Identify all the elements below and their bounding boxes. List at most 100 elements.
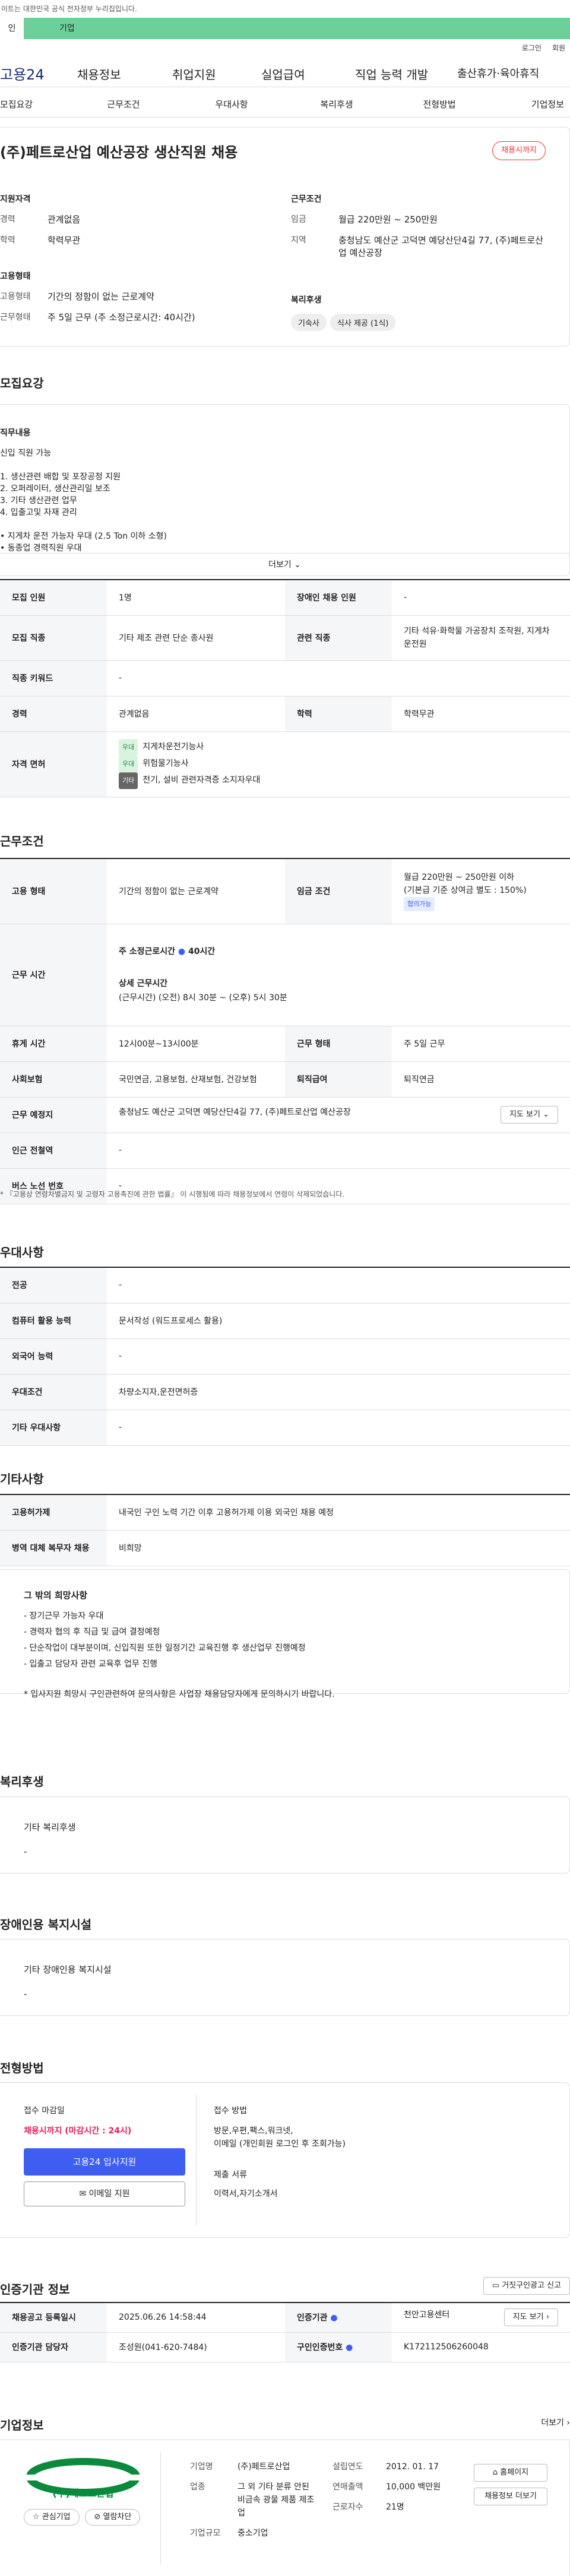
value: 차량소지자,운전면허증 [107,1374,570,1410]
login-link[interactable]: 로그인 [522,44,542,52]
apply-button[interactable]: 고용24 입사지원 [24,2148,185,2176]
table-row: 병역 대체 복무자 채용 비희망 [0,1530,570,1566]
label: 기업규모 [190,2529,221,2538]
company-buttons: ⌂ 홈페이지 채용정보 더보기 [474,2464,547,2505]
method-value: 방문,우편,팩스,워크넷, [214,2126,293,2136]
label: 컴퓨터 활용 능력 [0,1303,107,1339]
gnb-training[interactable]: 직업 능력 개발 [355,65,428,82]
agency-value: 천안고용센터 [404,2310,450,2320]
duty-line: 4. 입출고및 자재 관리 [0,508,77,517]
global-nav: 고용24 채용정보 취업지원 실업급여 직업 능력 개발 출산휴가·육아휴직 [0,57,570,87]
company-jobs-button[interactable]: 채용정보 더보기 [474,2488,547,2505]
label: 인근 전철역 [0,1133,107,1169]
label: 학력 [0,236,15,245]
site-logo[interactable]: 고용24 [0,63,45,84]
label: 근무 형태 [285,1026,392,1062]
tab-company[interactable]: 기업 [59,18,75,39]
block-company-button[interactable]: ⊘ 열람차단 [85,2509,141,2526]
work-heading: 근무조건 [0,834,44,848]
value: 주 5일 근무 (주 소정근로시간: 40시간) [48,312,195,323]
recruit-section: 모집요강 직무내용 신입 직원 가능 1. 생산관련 배합 및 포장공정 지원 2.… [0,374,570,576]
disab-card-value: - [24,1989,27,1999]
value: 문서작성 (워드프로세스 활용) [107,1303,570,1339]
license-tag: 기타 [119,772,138,789]
tab-company[interactable]: 기업정보 [469,98,564,110]
wage-sub: (기본급 기준 상여금 별도 : 150%) [404,886,527,896]
wish-line: - 장기근무 가능자 우대 [24,1611,104,1621]
value: - [392,580,570,616]
job-summary-card: (주)페트로산업 예산공장 생산직원 채용 채용시까지 지원자격 경력 관계없음 … [0,127,570,346]
value: 비희망 [107,1530,570,1566]
tab-conditions[interactable]: 근무조건 [76,98,171,110]
agency-map-button[interactable]: 지도 보기 › [504,2308,558,2327]
favorite-company-button[interactable]: ☆ 관심기업 [24,2509,80,2526]
label: 근무형태 [0,313,31,322]
value: 내국인 구인 노력 기간 이후 고용허가제 이용 외국인 채용 예정 [107,1494,570,1531]
label: 외국어 능력 [0,1338,107,1375]
more-button[interactable]: 더보기 ⌄ [0,553,569,575]
map-button[interactable]: 지도 보기 ⌄ [500,1106,558,1124]
method-heading: 접수 방법 [214,2106,247,2116]
value: 10,000 백만원 [386,2482,441,2492]
report-label: 거짓구인광고 신고 [502,2281,561,2290]
license-tag: 우대 [119,756,138,772]
gnb-employment-support[interactable]: 취업지원 [172,65,216,82]
deadline-badge: 채용시까지 [492,141,546,160]
homepage-button[interactable]: ⌂ 홈페이지 [474,2464,547,2482]
block-label: 열람차단 [103,2513,132,2521]
welfare-heading: 복리후생 [291,295,322,305]
docs-value: 이력서,자기소개서 [214,2189,278,2199]
value: 학력무관 [48,235,81,246]
info-icon[interactable]: ● [330,2313,337,2323]
company-card: (주)페트로산업 ☆ 관심기업 ⊘ 열람차단 기업명 (주)페트로산업 업종 그 외… [0,2440,570,2576]
age-note: * 『고용상 연령차별금지 및 고령자 고용촉진에 관한 법률』 이 시행됨에 … [0,1190,345,1198]
welfare-tag: 기숙사 [291,314,327,331]
mail-icon: ✉ [79,2189,87,2199]
tab-individual[interactable]: 인 [0,18,24,39]
employment-section: 고용형태 고용형태 기간의 정함이 없는 근로계약 근무형태 주 5일 근무 (주 … [0,270,261,332]
label: 병역 대체 복무자 채용 [0,1530,107,1566]
place-value: 충청남도 예산군 고덕면 예당산단4길 77, (주)페트로산업 예산공장 [119,1108,351,1117]
label: 설립연도 [332,2462,363,2472]
work-time-cell: 주 소정근로시간 ● 40시간 상세 근무시간 (근무시간) (오전) 8시 3… [107,924,570,1026]
wage-value: 월급 220만원 ~ 250만원 이하 [404,873,515,883]
other-wishes-card: 그 밖의 희망사항 - 장기근무 가능자 우대 - 경력자 협의 후 직급 및 급… [0,1569,570,1699]
gnb-jobs[interactable]: 채용정보 [77,65,121,82]
other-wishes-list: - 장기근무 가능자 우대 - 경력자 협의 후 직급 및 급여 결정예정 - 단순… [24,1608,546,1703]
label: 퇴직급여 [285,1061,392,1098]
gnb-unemployment[interactable]: 실업급여 [261,65,305,82]
label: 경력 [0,215,15,224]
label: 학력 [285,696,392,732]
value: 충청남도 예산군 고덕면 예당산단4길 77, (주)페트로산업 예산공장 [338,235,543,258]
tab-welfare[interactable]: 복리후생 [289,98,384,110]
duty-card: 직무내용 신입 직원 가능 1. 생산관련 배합 및 포장공정 지원 2. 오퍼레이… [0,404,570,576]
company-more-label: 더보기 [541,2418,564,2428]
company-more-link[interactable]: 더보기 › [541,2416,570,2428]
value: 주 5일 근무 [392,1026,570,1062]
company-info-left: 기업명 (주)페트로산업 업종 그 외 기타 분류 안된 비금속 광물 제품 제조업… [190,2460,356,2540]
etc-heading: 기타사항 [0,1472,44,1486]
duty-line: 3. 기타 생산관련 업무 [0,496,77,505]
value: 관계없음 [107,696,285,732]
join-link[interactable]: 회원 [552,44,565,52]
table-row: 컴퓨터 활용 능력 문서작성 (워드프로세스 활용) [0,1303,570,1339]
value: 그 외 기타 분류 안된 비금속 광물 제품 제조업 [238,2482,315,2518]
duty-content: 직무내용 신입 직원 가능 1. 생산관련 배합 및 포장공정 지원 2. 오퍼레이… [0,405,569,553]
gnb-leave[interactable]: 출산휴가·육아휴직 [457,65,539,81]
email-apply-label: 이메일 지원 [88,2189,130,2199]
duty-line: • 동종업 경력직원 우대 [0,543,82,553]
table-row: 고용허가제 내국인 구인 노력 기간 이후 고용허가제 이용 외국인 채용 예정 [0,1494,570,1531]
info-icon[interactable]: ● [346,2343,353,2352]
work-table: 고용 형태 기간의 정함이 없는 근로계약 임금 조건 월급 220만원 ~ 250만… [0,858,570,1204]
value: - [107,1410,570,1446]
duty-line: • 지게차 운전 가능자 우대 (2.5 Ton 이하 소형) [0,532,167,541]
duty-line [0,519,569,530]
email-apply-button[interactable]: ✉ 이메일 지원 [24,2181,185,2206]
label: 채용공고 등록일시 [0,2303,107,2333]
label: 인증기관 ● [285,2303,392,2333]
tab-preference[interactable]: 우대사항 [184,98,279,110]
report-button[interactable]: ▭ 거짓구인광고 신고 [483,2277,570,2295]
welfare-tag: 식사 제공 (1식) [330,314,396,331]
favorite-label: 관심기업 [42,2513,71,2521]
work-time-detail-heading: 상세 근무시간 [119,979,168,988]
